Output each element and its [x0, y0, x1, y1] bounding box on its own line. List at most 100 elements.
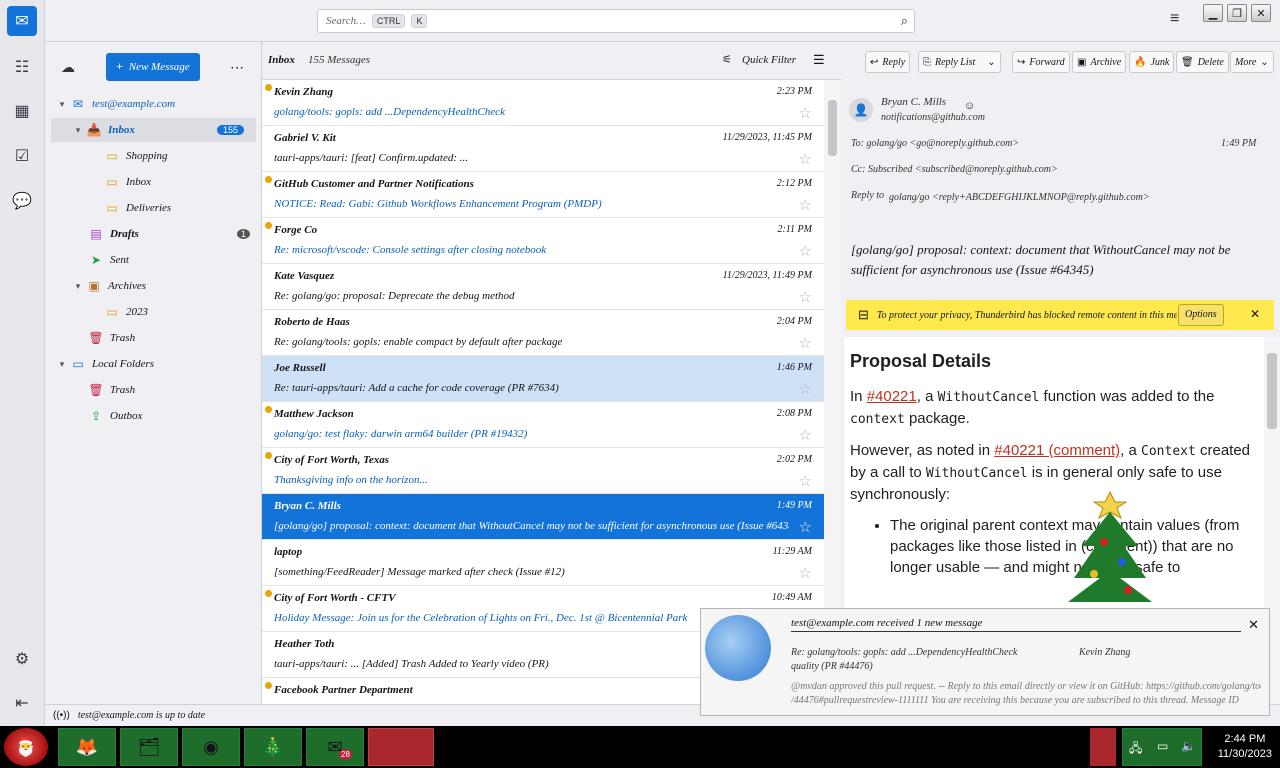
list-display-options-icon[interactable]: ☰	[813, 52, 825, 68]
reply-to-field[interactable]: golang/go <reply+ABCDEFGHIJKLMNOP@reply.…	[889, 190, 1269, 205]
to-field[interactable]: To: golang/go <go@noreply.github.com>	[851, 138, 1019, 149]
folder-trash[interactable]: 🗑 Trash	[45, 326, 262, 350]
star-icon[interactable]: ☆	[799, 334, 812, 352]
tray-volume-icon[interactable]: 🔈	[1181, 739, 1196, 753]
delete-button[interactable]: 🗑 Delete	[1176, 51, 1229, 73]
message-sender: Kevin Zhang	[274, 86, 333, 98]
folder-2023[interactable]: ▭ 2023	[45, 300, 262, 324]
quick-filter-button[interactable]: Quick Filter	[742, 54, 796, 66]
message-row[interactable]: Kate Vasquez 11/29/2023, 11:49 PM Re: gola…	[262, 264, 824, 310]
start-button-icon[interactable]: 🎅	[4, 728, 48, 766]
message-row[interactable]: Joe Russell 1:46 PM Re: tauri-apps/tauri: …	[262, 356, 824, 402]
message-row[interactable]: Roberto de Haas 2:04 PM Re: golang/tools: …	[262, 310, 824, 356]
close-window-button[interactable]: ✕	[1251, 4, 1271, 22]
junk-button[interactable]: 🔥 Junk	[1129, 51, 1175, 73]
star-icon[interactable]: ☆	[799, 564, 812, 582]
message-sender: City of Fort Worth, Texas	[274, 454, 390, 466]
minimize-window-button[interactable]: ▁	[1203, 4, 1223, 22]
message-date: 11/29/2023, 11:45 PM	[722, 132, 812, 143]
reply-button[interactable]: ↩ Reply	[865, 51, 911, 73]
message-row[interactable]: laptop 11:29 AM [something/FeedReader] Mes…	[262, 540, 824, 586]
new-message-button[interactable]: + New Message	[106, 53, 200, 81]
chat-icon[interactable]: 💬	[7, 186, 37, 216]
options-button[interactable]: Options	[1178, 304, 1224, 326]
message-row[interactable]: City of Fort Worth, Texas 2:02 PM Thanksgi…	[262, 448, 824, 494]
settings-gear-icon[interactable]: ⚙	[7, 644, 37, 674]
mail-space-icon[interactable]: ✉	[7, 6, 37, 36]
taskbar-firefox-icon[interactable]: 🦊	[58, 728, 116, 766]
taskbar-clock[interactable]: 2:44 PM 11/30/2023	[1218, 732, 1272, 762]
star-icon[interactable]: ☆	[799, 472, 812, 490]
new-mail-notification[interactable]: test@example.com received 1 new message …	[700, 608, 1270, 716]
taskbar-tree-icon[interactable]: 🎄	[244, 728, 302, 766]
star-icon[interactable]: ☆	[799, 104, 812, 122]
global-search-input[interactable]: Search… CTRL K ⌕	[317, 9, 915, 33]
folder-inbox-sub[interactable]: ▭ Inbox	[45, 170, 262, 194]
notification-title: test@example.com received 1 new message	[791, 617, 1241, 632]
cc-field[interactable]: Cc: Subscribed <subscribed@noreply.githu…	[851, 164, 1058, 175]
sender-name[interactable]: Bryan C. Mills	[881, 96, 946, 108]
taskbar-thunderbird-icon[interactable]: ✉ 28	[306, 728, 364, 766]
close-icon[interactable]: ✕	[1250, 307, 1260, 321]
collapse-spaces-icon[interactable]: ⇤	[7, 688, 37, 718]
message-row[interactable]: Kevin Zhang 2:23 PM golang/tools: gopls: a…	[262, 80, 824, 126]
folder-archives[interactable]: ▾ ▣ Archives	[45, 274, 262, 298]
star-icon[interactable]: ☆	[799, 288, 812, 306]
folder-pane-menu-icon[interactable]: ⋯	[230, 59, 244, 76]
search-icon[interactable]: ⌕	[901, 13, 908, 29]
body-paragraph: In #40221, a WithoutCancel function was …	[850, 388, 1215, 427]
message-date: 2:08 PM	[776, 408, 812, 419]
message-row[interactable]: Gabriel V. Kit 11/29/2023, 11:45 PM tauri-…	[262, 126, 824, 172]
message-row[interactable]: GitHub Customer and Partner Notification…	[262, 172, 824, 218]
star-icon[interactable]: ☆	[799, 150, 812, 168]
star-icon[interactable]: ☆	[799, 426, 812, 444]
chevron-down-icon[interactable]: ▾	[71, 281, 85, 292]
quick-filter-icon[interactable]: ⚟	[722, 53, 732, 66]
scrollbar-thumb[interactable]	[1267, 353, 1277, 429]
folder-shopping[interactable]: ▭ Shopping	[45, 144, 262, 168]
message-row[interactable]: Forge Co 2:11 PM Re: microsoft/vscode: Con…	[262, 218, 824, 264]
folder-drafts[interactable]: ▤ Drafts 1	[45, 222, 262, 246]
address-book-icon[interactable]: ☷	[7, 52, 37, 82]
local-folder-trash[interactable]: 🗑 Trash	[45, 378, 262, 402]
chevron-down-icon[interactable]: ⌄	[987, 57, 995, 68]
close-icon[interactable]: ✕	[1248, 617, 1259, 633]
issue-link[interactable]: #40221	[867, 388, 917, 405]
folder-inbox[interactable]: ▾ 📥 Inbox 155	[51, 118, 256, 142]
star-icon[interactable]: ☆	[799, 380, 812, 398]
calendar-icon[interactable]: ▦	[7, 96, 37, 126]
tray-display-icon[interactable]: ▭	[1157, 739, 1168, 753]
account-row[interactable]: ▾ ✉ test@example.com	[45, 92, 262, 116]
chevron-down-icon[interactable]: ▾	[55, 99, 69, 110]
archive-button[interactable]: ▣ Archive	[1072, 51, 1127, 73]
message-row[interactable]: Matthew Jackson 2:08 PM golang/go: test fl…	[262, 402, 824, 448]
tray-network-icon[interactable]: 🖧	[1129, 739, 1142, 760]
star-icon[interactable]: ☆	[799, 196, 812, 214]
chevron-down-icon[interactable]: ▾	[55, 359, 69, 370]
tasks-icon[interactable]: ☑	[7, 141, 37, 171]
star-icon[interactable]: ☆	[799, 242, 812, 260]
taskbar-chrome-icon[interactable]: ◉	[182, 728, 240, 766]
more-button[interactable]: More ⌄	[1230, 51, 1274, 73]
folder-title: Inbox	[268, 54, 295, 66]
maximize-window-button[interactable]: ❐	[1227, 4, 1247, 22]
message-row[interactable]: Bryan C. Mills 1:49 PM [golang/go] proposa…	[262, 494, 824, 540]
chevron-down-icon[interactable]: ▾	[71, 125, 85, 136]
taskbar-files-icon[interactable]: 🗂	[120, 728, 178, 766]
folder-deliveries[interactable]: ▭ Deliveries	[45, 196, 262, 220]
online-status-icon[interactable]: ((•))	[53, 710, 70, 721]
scrollbar-thumb[interactable]	[828, 100, 837, 156]
contact-icon[interactable]: ☺	[964, 100, 975, 112]
local-folders-row[interactable]: ▾ ▭ Local Folders	[45, 352, 262, 376]
app-menu-icon[interactable]: ≡	[1170, 10, 1179, 28]
taskbar-window-button[interactable]	[368, 728, 434, 766]
local-folder-outbox[interactable]: ⇪ Outbox	[45, 404, 262, 428]
folder-sent[interactable]: ➤ Sent	[45, 248, 262, 272]
star-icon[interactable]: ☆	[799, 518, 812, 536]
comment-link[interactable]: #40221 (comment)	[994, 442, 1120, 459]
message-sender: Gabriel V. Kit	[274, 132, 336, 144]
show-desktop-area[interactable]	[1090, 728, 1116, 766]
forward-button[interactable]: ↪ Forward	[1012, 51, 1070, 73]
reply-list-button[interactable]: ⎘ Reply List ⌄	[918, 51, 1001, 73]
get-messages-icon[interactable]: ☁	[61, 59, 75, 76]
